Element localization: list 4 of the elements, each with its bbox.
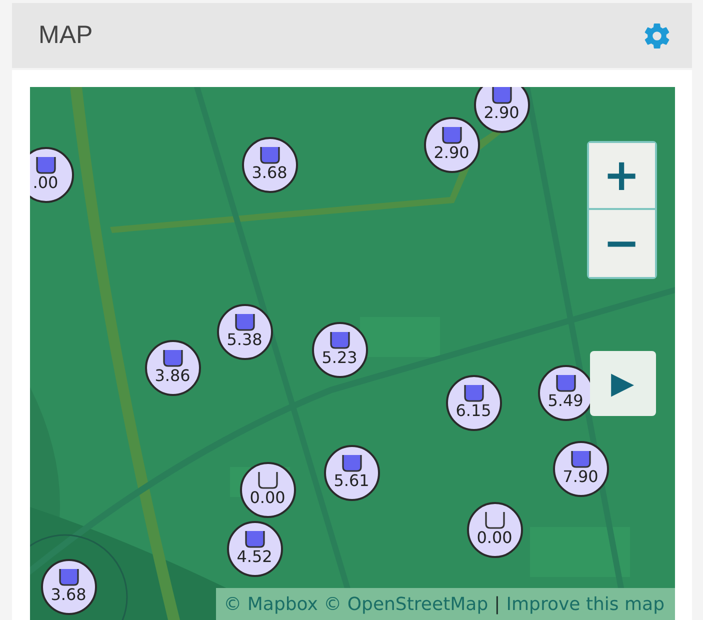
zoom-in-button[interactable]: + [588, 143, 654, 210]
play-button[interactable]: ▶ [590, 351, 656, 416]
separator: | [494, 594, 500, 614]
map-title: MAP [38, 21, 93, 50]
